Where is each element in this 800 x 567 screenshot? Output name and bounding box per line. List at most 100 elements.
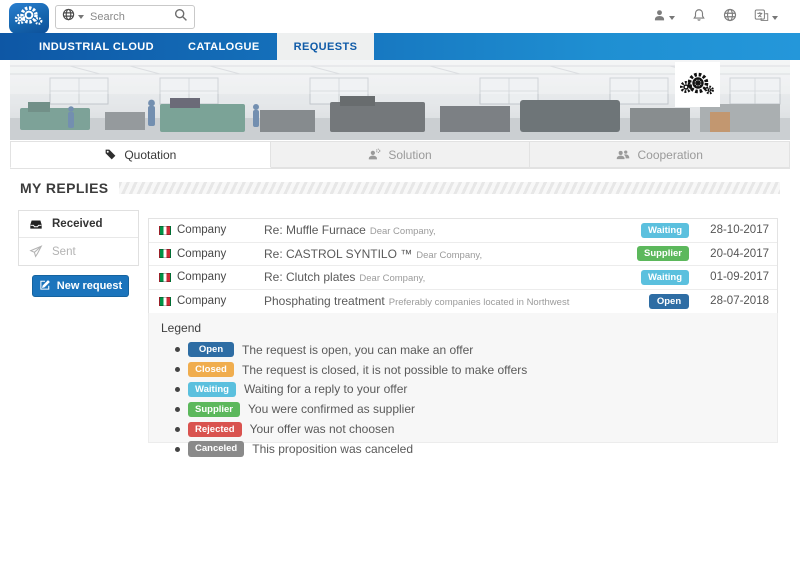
legend-item-closed: Closed The request is closed, it is not … [175, 362, 765, 377]
reply-row[interactable]: Company Re: Muffle FurnaceDear Company, … [149, 219, 777, 243]
legend-item-open: Open The request is open, you can make a… [175, 342, 765, 357]
nav-item-catalogue[interactable]: CATALOGUE [171, 33, 277, 60]
legend-text: Waiting for a reply to your offer [244, 382, 407, 396]
reply-row[interactable]: Company Re: Clutch plates Dear Company, W… [149, 266, 777, 290]
message-preview: Dear Company, [416, 250, 482, 261]
language-menu[interactable] [754, 8, 778, 27]
company-cell: Company [159, 295, 264, 307]
italy-flag-icon [159, 249, 171, 258]
main-nav: INDUSTRIAL CLOUD CATALOGUE REQUESTS [0, 33, 800, 60]
bullet-icon [175, 407, 180, 412]
tab-solution[interactable]: Solution [271, 141, 531, 168]
sidebar-item-label: Received [52, 218, 103, 230]
status-badge: Waiting [641, 270, 689, 285]
company-name: Company [177, 295, 226, 307]
gears-logo-icon [14, 4, 44, 33]
message-preview: Dear Company, [359, 273, 425, 284]
app-window: INDUSTRIAL CLOUD CATALOGUE REQUESTS [0, 0, 800, 567]
legend-item-waiting: Waiting Waiting for a reply to your offe… [175, 382, 765, 397]
bullet-icon [175, 447, 180, 452]
bullet-icon [175, 387, 180, 392]
company-logo [675, 62, 720, 107]
sidebar-item-sent[interactable]: Sent [19, 238, 138, 265]
search-input[interactable] [90, 11, 174, 23]
people-group-icon [616, 148, 630, 161]
folder-list: Received Sent [18, 210, 139, 266]
globe-icon [723, 8, 737, 27]
bullet-icon [175, 347, 180, 352]
reply-date: 20-04-2017 [699, 248, 769, 260]
message-preview: Preferably companies located in Northwes… [389, 297, 570, 308]
tab-cooperation[interactable]: Cooperation [530, 141, 790, 168]
globe-icon [62, 8, 75, 26]
company-name: Company [177, 224, 226, 236]
compose-icon [39, 279, 51, 294]
legend-item-supplier: Supplier You were confirmed as supplier [175, 402, 765, 417]
italy-flag-icon [159, 273, 171, 282]
status-badge: Canceled [188, 441, 244, 456]
request-type-tabs: Quotation Solution Cooperation [10, 141, 790, 169]
status-badge: Waiting [188, 382, 236, 397]
legend-text: This proposition was canceled [252, 442, 413, 456]
topbar-actions [653, 8, 778, 27]
page-title: MY REPLIES [20, 180, 109, 196]
tab-label: Cooperation [637, 148, 702, 162]
legend-title: Legend [161, 321, 765, 335]
user-menu[interactable] [653, 9, 675, 27]
company-name: Company [177, 248, 226, 260]
legend-text: Your offer was not choosen [250, 422, 395, 436]
paper-plane-icon [29, 245, 43, 258]
network-button[interactable] [723, 8, 737, 27]
status-badge: Supplier [188, 402, 240, 417]
company-cell: Company [159, 224, 264, 236]
legend-item-canceled: Canceled This proposition was canceled [175, 441, 765, 456]
status-badge: Open [649, 294, 689, 309]
sidebar-item-received[interactable]: Received [19, 211, 138, 238]
search-scope-dropdown[interactable] [62, 8, 84, 26]
reply-row[interactable]: Company Re: CASTROL SYNTILO ™ Dear Compan… [149, 243, 777, 267]
subject: Re: CASTROL SYNTILO ™ [264, 247, 412, 261]
status-badge: Supplier [637, 246, 689, 261]
chevron-down-icon [669, 16, 675, 20]
nav-spacer [0, 33, 22, 60]
tab-quotation[interactable]: Quotation [10, 141, 271, 168]
subject-cell: Re: Muffle Furnace Dear Company, [264, 223, 641, 237]
company-name: Company [177, 271, 226, 283]
reply-row[interactable]: Company Phosphating treatment Preferably … [149, 290, 777, 314]
legend-text: The request is open, you can make an off… [242, 343, 473, 357]
legend-item-rejected: Rejected Your offer was not choosen [175, 422, 765, 437]
subject: Phosphating treatment [264, 294, 385, 308]
reply-date: 28-10-2017 [699, 224, 769, 236]
nav-item-requests[interactable]: REQUESTS [277, 33, 375, 60]
subject-cell: Re: Clutch plates Dear Company, [264, 270, 641, 284]
new-request-label: New request [57, 280, 122, 292]
italy-flag-icon [159, 226, 171, 235]
nav-item-industrial-cloud[interactable]: INDUSTRIAL CLOUD [22, 33, 171, 60]
factory-photo [10, 60, 790, 140]
new-request-button[interactable]: New request [32, 275, 129, 297]
status-badge: Rejected [188, 422, 242, 437]
chevron-down-icon [78, 15, 84, 19]
user-icon [653, 9, 666, 27]
notifications-button[interactable] [692, 8, 706, 27]
legend-panel: Legend Open The request is open, you can… [148, 313, 778, 443]
search-box [55, 5, 195, 29]
app-logo[interactable] [9, 3, 49, 34]
subject: Re: Muffle Furnace [264, 223, 366, 237]
company-banner: INDUSTRIAL CLOUD S.R.L. [10, 60, 790, 140]
search-icon[interactable] [174, 8, 188, 27]
bullet-icon [175, 367, 180, 372]
inbox-icon [29, 218, 43, 231]
legend-text: You were confirmed as supplier [248, 402, 415, 416]
reply-date: 01-09-2017 [699, 271, 769, 283]
legend-text: The request is closed, it is not possibl… [242, 363, 527, 377]
message-preview: Dear Company, [370, 226, 436, 237]
tab-label: Solution [388, 148, 431, 162]
topbar [0, 0, 800, 33]
company-cell: Company [159, 248, 264, 260]
subject-cell: Re: CASTROL SYNTILO ™ Dear Company, [264, 247, 637, 261]
person-gear-icon [368, 148, 381, 161]
company-cell: Company [159, 271, 264, 283]
decorative-stripes [119, 182, 780, 194]
subject: Re: Clutch plates [264, 270, 355, 284]
